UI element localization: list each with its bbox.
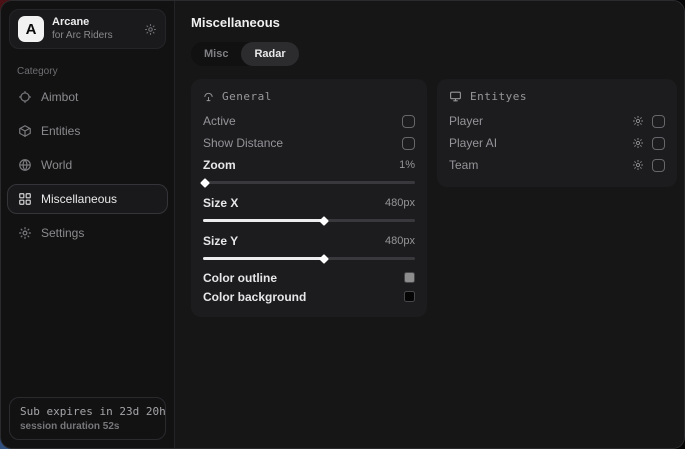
show-distance-row: Show Distance xyxy=(203,132,415,154)
sidebar-item-aimbot[interactable]: Aimbot xyxy=(7,82,168,112)
color-background-row: Color background xyxy=(203,287,415,306)
zoom-value: 1% xyxy=(399,159,415,171)
general-panel-header: General xyxy=(203,90,415,103)
size-y-row: Size Y 480px xyxy=(203,230,415,252)
sub-expiry-text: Sub expires in 23d 20h xyxy=(20,405,155,418)
team-checkbox[interactable] xyxy=(652,159,665,172)
sidebar-item-label: Entities xyxy=(41,124,80,138)
active-label: Active xyxy=(203,114,236,128)
cube-icon xyxy=(18,124,32,138)
team-row: Team xyxy=(449,154,665,176)
monitor-icon xyxy=(449,90,462,103)
zoom-label: Zoom xyxy=(203,158,236,172)
size-y-slider-thumb[interactable] xyxy=(319,254,329,264)
tab-radar[interactable]: Radar xyxy=(241,42,298,66)
sidebar-item-label: Aimbot xyxy=(41,90,78,104)
sidebar-item-world[interactable]: World xyxy=(7,150,168,180)
active-checkbox[interactable] xyxy=(402,115,415,128)
player-ai-controls xyxy=(632,137,665,150)
sidebar-nav: Aimbot Entities World xyxy=(1,80,174,250)
slider-fill xyxy=(203,219,324,222)
size-x-slider[interactable] xyxy=(203,219,415,222)
globe-icon xyxy=(18,158,32,172)
gear-icon[interactable] xyxy=(632,137,644,149)
player-checkbox[interactable] xyxy=(652,115,665,128)
entities-panel-header: Entityes xyxy=(449,90,665,103)
tab-misc[interactable]: Misc xyxy=(191,42,241,66)
color-outline-row: Color outline xyxy=(203,268,415,287)
brand-logo: A xyxy=(18,16,44,42)
zoom-slider[interactable] xyxy=(203,181,415,184)
sidebar-item-label: Settings xyxy=(41,226,84,240)
slider-fill xyxy=(203,257,324,260)
sidebar-spacer xyxy=(1,250,174,389)
size-y-slider[interactable] xyxy=(203,257,415,260)
color-background-swatch[interactable] xyxy=(404,291,415,302)
gear-icon[interactable] xyxy=(632,115,644,127)
tab-bar: Misc Radar xyxy=(191,42,299,66)
entities-panel: Entityes Player P xyxy=(437,79,677,187)
session-duration-text: session duration 52s xyxy=(20,421,155,432)
size-x-slider-thumb[interactable] xyxy=(319,216,329,226)
size-x-label: Size X xyxy=(203,196,238,210)
zoom-row: Zoom 1% xyxy=(203,154,415,176)
main-content: Miscellaneous Misc Radar General Active xyxy=(175,1,685,448)
general-panel: General Active Show Distance Zoom 1% xyxy=(191,79,427,317)
team-label: Team xyxy=(449,158,478,172)
gear-icon xyxy=(18,226,32,240)
sidebar-item-settings[interactable]: Settings xyxy=(7,218,168,248)
player-row: Player xyxy=(449,110,665,132)
sidebar: A Arcane for Arc Riders Category xyxy=(1,1,175,448)
color-background-label: Color background xyxy=(203,290,306,304)
gear-icon[interactable] xyxy=(632,159,644,171)
size-y-label: Size Y xyxy=(203,234,238,248)
active-row: Active xyxy=(203,110,415,132)
show-distance-label: Show Distance xyxy=(203,136,283,150)
panels-row: General Active Show Distance Zoom 1% xyxy=(191,79,677,317)
size-y-value: 480px xyxy=(385,235,415,247)
team-controls xyxy=(632,159,665,172)
sidebar-item-label: Miscellaneous xyxy=(41,192,117,206)
size-x-value: 480px xyxy=(385,197,415,209)
sidebar-item-miscellaneous[interactable]: Miscellaneous xyxy=(7,184,168,214)
player-ai-label: Player AI xyxy=(449,136,497,150)
zoom-slider-thumb[interactable] xyxy=(200,178,210,188)
crosshair-icon xyxy=(18,90,32,104)
brand-title: Arcane xyxy=(52,16,113,29)
player-ai-checkbox[interactable] xyxy=(652,137,665,150)
general-panel-title: General xyxy=(222,90,272,103)
player-label: Player xyxy=(449,114,483,128)
brand-text: Arcane for Arc Riders xyxy=(52,16,113,42)
app-window: A Arcane for Arc Riders Category xyxy=(0,0,685,449)
subscription-card: Sub expires in 23d 20h session duration … xyxy=(9,397,166,440)
entities-panel-title: Entityes xyxy=(470,90,527,103)
color-outline-swatch[interactable] xyxy=(404,272,415,283)
player-ai-row: Player AI xyxy=(449,132,665,154)
size-x-row: Size X 480px xyxy=(203,192,415,214)
sidebar-item-entities[interactable]: Entities xyxy=(7,116,168,146)
player-controls xyxy=(632,115,665,128)
gear-icon[interactable] xyxy=(144,23,157,36)
category-label: Category xyxy=(17,66,174,77)
color-outline-label: Color outline xyxy=(203,271,277,285)
sidebar-item-label: World xyxy=(41,158,72,172)
radar-icon xyxy=(203,91,214,102)
brand-subtitle: for Arc Riders xyxy=(52,30,113,42)
show-distance-checkbox[interactable] xyxy=(402,137,415,150)
page-title: Miscellaneous xyxy=(191,15,677,30)
layout-grid-icon xyxy=(18,192,32,206)
brand-card: A Arcane for Arc Riders xyxy=(9,9,166,49)
